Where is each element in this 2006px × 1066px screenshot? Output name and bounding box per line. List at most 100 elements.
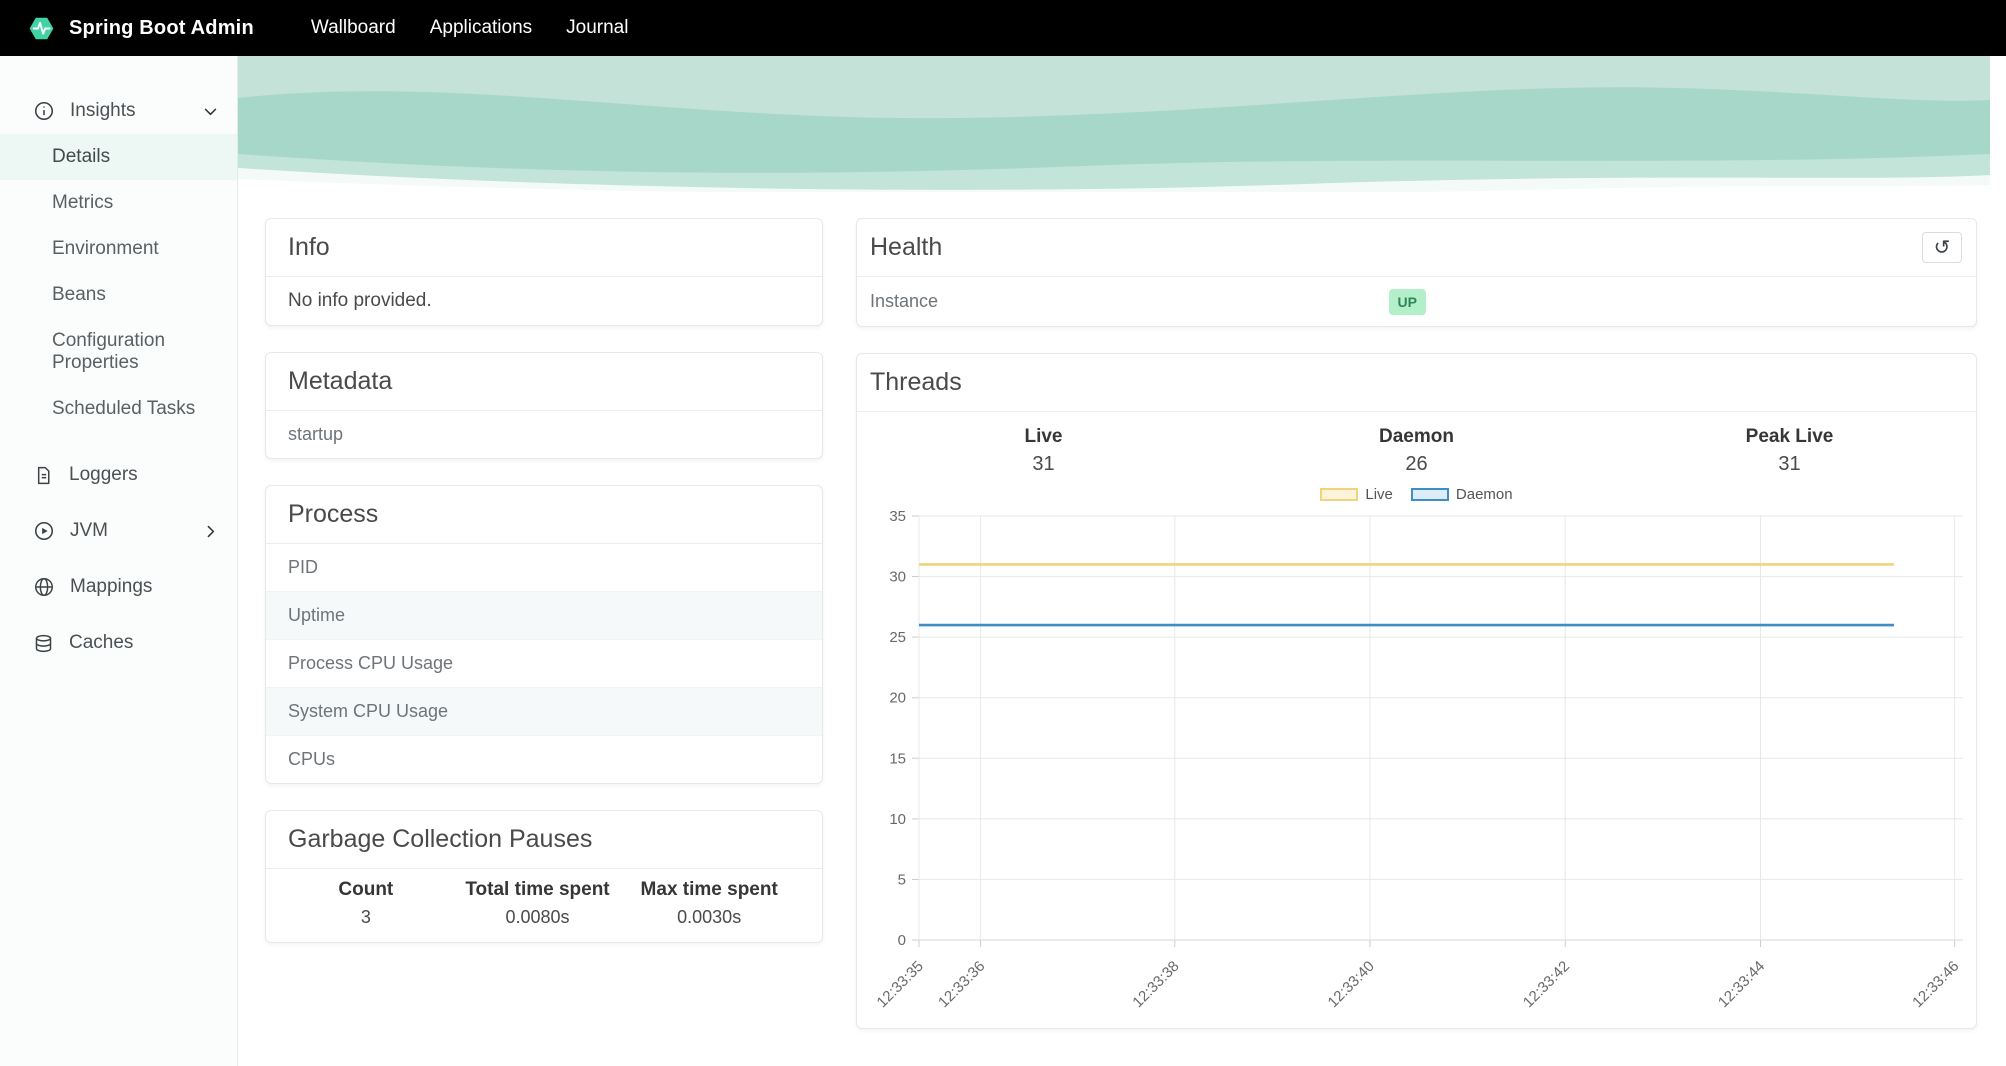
- svg-text:12:33:42: 12:33:42: [1520, 958, 1573, 1011]
- gc-count-header: Count: [338, 879, 394, 900]
- sidebar-item-beans[interactable]: Beans: [0, 272, 237, 318]
- sidebar-item-scheduled-tasks[interactable]: Scheduled Tasks: [0, 386, 237, 432]
- process-row-uptime: Uptime: [266, 591, 822, 639]
- metadata-panel: Metadata startup: [265, 352, 823, 459]
- sidebar-item-insights[interactable]: Insights: [0, 88, 237, 134]
- legend-swatch: [1410, 487, 1449, 501]
- gc-pauses-panel: Garbage Collection Pauses Count 3 Total …: [265, 810, 823, 943]
- gc-total-time-header: Total time spent: [465, 879, 610, 900]
- stat-daemon-value: 26: [1405, 453, 1428, 475]
- sidebar-item-label: Details: [52, 146, 111, 167]
- database-icon: [33, 633, 54, 654]
- metadata-row: startup: [288, 424, 344, 444]
- process-row-process-cpu-usage: Process CPU Usage: [266, 639, 822, 687]
- sidebar-item-caches[interactable]: Caches: [0, 620, 237, 666]
- gc-max-time-value: 0.0030s: [677, 907, 742, 927]
- svg-text:5: 5: [898, 871, 906, 888]
- gc-max-time-header: Max time spent: [640, 879, 778, 900]
- sidebar-item-label: Loggers: [69, 464, 138, 485]
- sidebar-item-loggers[interactable]: Loggers: [0, 452, 237, 498]
- spring-boot-admin-logo-icon: [26, 13, 57, 44]
- svg-text:12:33:46: 12:33:46: [1909, 958, 1962, 1011]
- sidebar-item-details[interactable]: Details: [0, 134, 237, 180]
- svg-text:12:33:40: 12:33:40: [1325, 958, 1378, 1011]
- gc-count-value: 3: [360, 907, 371, 927]
- panel-title: Process: [288, 500, 379, 528]
- sidebar-item-label: Caches: [69, 632, 134, 653]
- legend-label: Daemon: [1455, 485, 1513, 503]
- svg-text:10: 10: [889, 811, 906, 828]
- svg-text:12:33:36: 12:33:36: [935, 958, 988, 1011]
- svg-text:15: 15: [889, 750, 906, 767]
- sidebar-item-label: Scheduled Tasks: [52, 398, 196, 419]
- info-empty-message: No info provided.: [288, 290, 432, 311]
- chart-legend[interactable]: Live Daemon: [857, 484, 1976, 504]
- panel-title: Info: [288, 233, 330, 261]
- sidebar-item-metrics[interactable]: Metrics: [0, 180, 237, 226]
- legend-swatch: [1320, 487, 1359, 501]
- globe-icon: [33, 576, 55, 598]
- sidebar-item-label: Insights: [70, 100, 136, 121]
- stat-peak-live-label: Peak Live: [1745, 426, 1834, 447]
- svg-text:35: 35: [889, 508, 906, 525]
- sidebar-item-label: Beans: [52, 284, 106, 305]
- wave-banner: [238, 56, 1990, 192]
- info-circle-icon: [33, 100, 55, 122]
- sidebar-item-label: Configuration Properties: [52, 330, 166, 373]
- history-icon: ↺: [1933, 236, 1951, 259]
- legend-item-daemon[interactable]: Daemon: [1410, 485, 1513, 503]
- sidebar-item-label: Environment: [52, 238, 159, 259]
- svg-text:12:33:38: 12:33:38: [1129, 958, 1182, 1011]
- legend-label: Live: [1365, 485, 1393, 503]
- sidebar-item-jvm[interactable]: JVM: [0, 508, 237, 554]
- legend-item-live[interactable]: Live: [1320, 486, 1393, 503]
- stat-live-value: 31: [1032, 453, 1055, 475]
- info-panel: Info No info provided.: [265, 218, 823, 326]
- navbar: Spring Boot Admin Wallboard Applications…: [0, 0, 2006, 56]
- health-row-label: Instance: [870, 291, 939, 311]
- process-row-cpus: CPUs: [266, 735, 822, 783]
- thread-stats: Live 31 Daemon 26 Peak Live 31: [857, 412, 1976, 476]
- sidebar-item-label: Metrics: [52, 192, 114, 213]
- svg-text:20: 20: [889, 690, 906, 707]
- chevron-down-icon: [202, 103, 219, 120]
- svg-text:0: 0: [898, 932, 906, 949]
- panel-title: Health: [870, 233, 943, 261]
- sidebar-item-label: Mappings: [70, 576, 153, 597]
- process-panel: Process PID Uptime Process CPU Usage Sys…: [265, 485, 823, 784]
- panel-title: Metadata: [288, 367, 393, 395]
- svg-text:12:33:35: 12:33:35: [874, 958, 927, 1011]
- chevron-right-icon: [202, 523, 219, 540]
- nav-item-journal[interactable]: Journal: [549, 17, 645, 39]
- gc-table: Count 3 Total time spent 0.0080s Max tim…: [280, 879, 795, 928]
- sidebar: Insights Details Metrics Environment Bea…: [0, 56, 238, 1066]
- stat-peak-live-value: 31: [1778, 453, 1801, 475]
- threads-chart[interactable]: 0 5 10 15 20 25 30 35 12:33:35 12:33:36 12:33:38 12…: [857, 504, 1976, 1028]
- sidebar-item-configuration-properties[interactable]: Configuration Properties: [0, 318, 237, 386]
- nav-item-wallboard[interactable]: Wallboard: [294, 17, 413, 39]
- status-badge: UP: [1388, 288, 1426, 315]
- app-title: Spring Boot Admin: [69, 16, 254, 39]
- svg-text:30: 30: [889, 569, 906, 586]
- threads-panel: Threads Live 31 Daemon 26 Peak Live 31 L…: [856, 353, 1977, 1029]
- brand[interactable]: Spring Boot Admin: [26, 13, 254, 44]
- process-row-pid: PID: [288, 557, 319, 577]
- sidebar-item-label: JVM: [70, 520, 108, 541]
- sidebar-item-mappings[interactable]: Mappings: [0, 564, 237, 610]
- svg-text:25: 25: [889, 629, 906, 646]
- health-history-button[interactable]: ↺: [1922, 232, 1962, 263]
- health-panel: Health ↺ Instance UP: [856, 218, 1977, 327]
- health-row-instance[interactable]: Instance UP: [857, 277, 1976, 326]
- file-icon: [33, 465, 54, 486]
- panel-title: Threads: [870, 368, 962, 396]
- gc-total-time-value: 0.0080s: [505, 907, 570, 927]
- process-row-system-cpu-usage: System CPU Usage: [266, 687, 822, 735]
- svg-text:12:33:44: 12:33:44: [1715, 958, 1768, 1011]
- sidebar-item-environment[interactable]: Environment: [0, 226, 237, 272]
- play-circle-icon: [33, 520, 55, 542]
- nav-item-applications[interactable]: Applications: [413, 17, 549, 39]
- stat-live-label: Live: [1024, 426, 1063, 447]
- panel-title: Garbage Collection Pauses: [288, 825, 593, 853]
- navbar-menu: Wallboard Applications Journal: [294, 17, 646, 39]
- stat-daemon-label: Daemon: [1379, 426, 1454, 447]
